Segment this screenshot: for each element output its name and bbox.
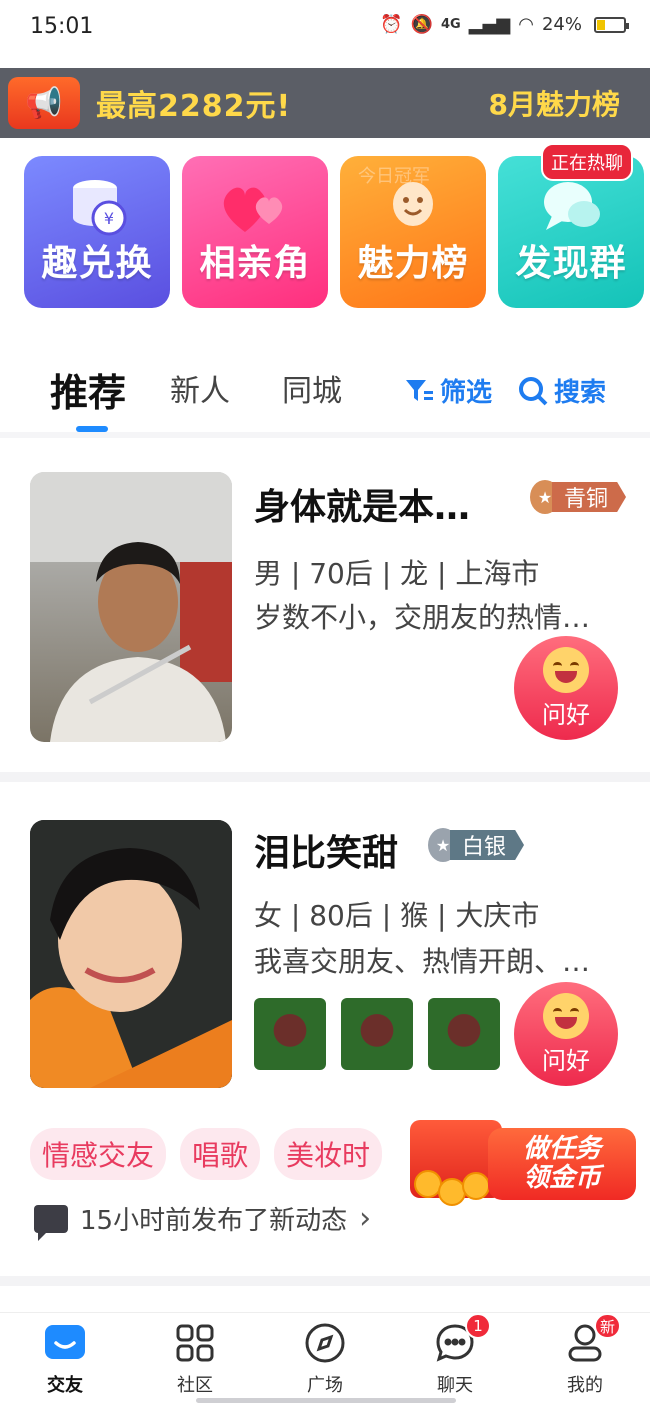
profile-bio: 岁数不小，交朋友的热情… xyxy=(254,601,591,634)
greet-button[interactable]: 问好 xyxy=(514,982,618,1086)
smile-icon xyxy=(543,646,589,693)
profile-photo[interactable] xyxy=(30,820,232,1088)
nav-item-community[interactable]: 社区 xyxy=(150,1321,240,1397)
interest-tag[interactable]: 情感交友 xyxy=(30,1128,167,1180)
medal-label: 青铜 xyxy=(552,482,627,512)
medal-label: 白银 xyxy=(450,830,525,860)
svg-text:¥: ¥ xyxy=(104,209,114,228)
profile-name: 身体就是本… xyxy=(254,487,471,528)
search-button[interactable]: 搜索 xyxy=(518,372,606,409)
task-reward-float[interactable]: 做任务 领金币 xyxy=(404,1100,638,1208)
hot-chat-badge: 正在热聊 xyxy=(541,143,633,181)
feature-label: 魅力榜 xyxy=(357,243,469,284)
person-icon: 新 xyxy=(563,1313,621,1365)
photo-thumbnails xyxy=(254,998,500,1070)
megaphone-icon: 📢 xyxy=(8,77,80,129)
mute-icon: 🔕 xyxy=(410,14,434,35)
profile-info: 女 | 80后 | 猴 | 大庆市 xyxy=(254,899,540,932)
unread-badge: 1 xyxy=(465,1313,491,1339)
greet-label: 问好 xyxy=(542,700,590,729)
announcement-banner[interactable]: 📢 最高2282元! 8月魅力榜 xyxy=(0,68,650,138)
nav-item-chat[interactable]: 1 聊天 xyxy=(410,1313,500,1397)
message-icon xyxy=(34,1204,68,1241)
home-indicator xyxy=(196,1398,456,1403)
feature-card-exchange[interactable]: ¥ 趣兑换 xyxy=(24,156,170,308)
bronze-medal-badge: ★ 青铜 xyxy=(530,480,627,514)
filter-button[interactable]: 筛选 xyxy=(404,372,492,409)
photo-thumbnail[interactable] xyxy=(341,998,413,1070)
tab-same-city[interactable]: 同城 xyxy=(282,366,342,410)
status-icons: ⏰ 🔕 4G ▂▄▆ ◠ 24% xyxy=(380,14,629,35)
divider xyxy=(0,1276,650,1286)
tab-new[interactable]: 新人 xyxy=(170,366,230,410)
interest-tags: 情感交友 唱歌 美妆时 xyxy=(30,1128,383,1180)
grid-icon xyxy=(173,1321,217,1365)
banner-ranking-link[interactable]: 8月魅力榜 xyxy=(489,83,620,123)
divider xyxy=(0,432,650,438)
nav-label: 我的 xyxy=(567,1375,603,1396)
status-bar: 15:01 ⏰ 🔕 4G ▂▄▆ ◠ 24% xyxy=(0,0,650,66)
app-screen: 15:01 ⏰ 🔕 4G ▂▄▆ ◠ 24% 📢 最高2282元! 8月魅力榜 xyxy=(0,0,650,1407)
wifi-icon: ◠ xyxy=(518,14,534,35)
nav-item-friends[interactable]: 交友 xyxy=(20,1321,110,1397)
search-label: 搜索 xyxy=(554,378,607,408)
filter-icon xyxy=(406,379,433,401)
tab-recommend[interactable]: 推荐 xyxy=(50,362,126,417)
photo-thumbnail[interactable] xyxy=(428,998,500,1070)
compass-icon xyxy=(303,1321,347,1365)
banner-text: 最高2282元! xyxy=(96,89,292,124)
profile-photo[interactable] xyxy=(30,472,232,742)
feature-label: 趣兑换 xyxy=(41,243,153,284)
task-line2: 领金币 xyxy=(522,1163,601,1193)
feature-card-matchmaking[interactable]: 相亲角 xyxy=(182,156,328,308)
profile-bio: 我喜交朋友、热情开朗、… xyxy=(254,945,591,978)
activity-text: 15小时前发布了新动态 xyxy=(80,1206,348,1236)
battery-icon xyxy=(594,16,629,33)
nav-label: 交友 xyxy=(47,1375,83,1396)
feature-label: 相亲角 xyxy=(199,243,311,284)
interest-tag[interactable]: 唱歌 xyxy=(180,1128,261,1180)
profile-card[interactable]: 身体就是本… ★ 青铜 男 | 70后 | 龙 | 上海市 岁数不小，交朋友的热… xyxy=(0,440,650,770)
profile-name: 泪比笑甜 xyxy=(254,833,399,874)
filter-label: 筛选 xyxy=(440,378,493,408)
smile-icon xyxy=(543,992,589,1039)
profile-info: 男 | 70后 | 龙 | 上海市 xyxy=(254,557,540,590)
nav-item-profile[interactable]: 新 我的 xyxy=(540,1313,630,1397)
coin-icon xyxy=(462,1172,490,1200)
photo-thumbnail[interactable] xyxy=(254,998,326,1070)
feature-label: 发现群 xyxy=(515,243,627,284)
task-line1: 做任务 xyxy=(522,1134,601,1165)
feature-card-charm-ranking[interactable]: 今日冠军 魅力榜 xyxy=(340,156,486,308)
friends-icon xyxy=(43,1321,87,1365)
feed-tabs: 推荐 新人 同城 筛选 搜索 xyxy=(0,352,650,432)
chat-icon: 1 xyxy=(433,1313,491,1365)
greet-label: 问好 xyxy=(542,1046,590,1075)
activity-link[interactable]: 15小时前发布了新动态 › xyxy=(34,1200,372,1241)
silver-medal-badge: ★ 白银 xyxy=(428,828,525,862)
greet-button[interactable]: 问好 xyxy=(514,636,618,740)
task-reward-label: 做任务 领金币 xyxy=(488,1128,636,1200)
search-icon xyxy=(519,376,548,405)
nav-item-plaza[interactable]: 广场 xyxy=(280,1321,370,1397)
interest-tag[interactable]: 美妆时 xyxy=(274,1128,383,1180)
alarm-icon: ⏰ xyxy=(380,14,403,35)
nav-label: 广场 xyxy=(307,1375,343,1396)
new-badge: 新 xyxy=(593,1313,621,1339)
network-label: 4G xyxy=(441,17,461,32)
status-time: 15:01 xyxy=(30,14,94,39)
nav-label: 社区 xyxy=(177,1375,213,1396)
nav-label: 聊天 xyxy=(437,1375,473,1396)
chevron-right-icon: › xyxy=(359,1201,372,1236)
signal-icon: ▂▄▆ xyxy=(468,14,511,35)
divider xyxy=(0,772,650,782)
bottom-navigation: 交友 社区 广场 1 聊天 新 我的 xyxy=(0,1312,650,1407)
battery-percent: 24% xyxy=(541,14,582,35)
